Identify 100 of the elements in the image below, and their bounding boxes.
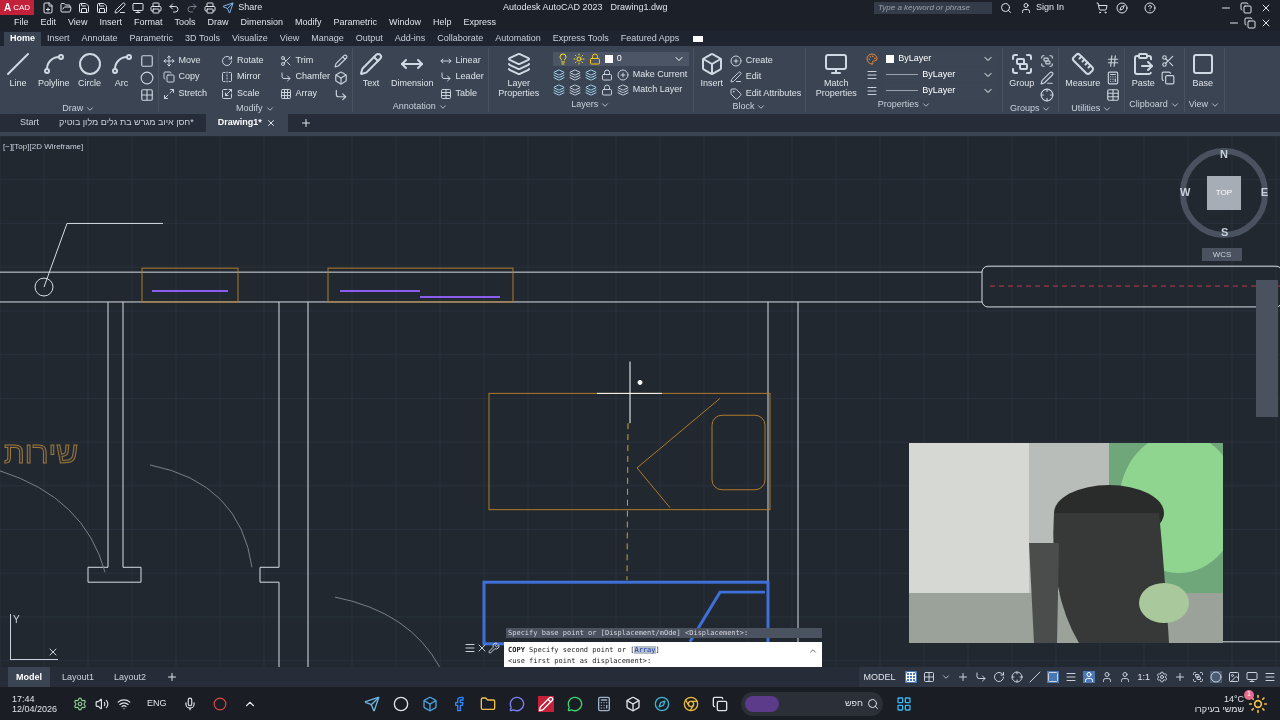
panel-title[interactable]: Properties xyxy=(877,98,931,112)
menu-item[interactable]: Window xyxy=(383,16,428,30)
ribbon-small-button[interactable]: Scale xyxy=(221,86,272,101)
menu-item[interactable]: Format xyxy=(127,16,169,30)
panel-title[interactable]: Groups xyxy=(1009,101,1052,116)
ribbon-tab[interactable]: Visualize xyxy=(225,31,274,46)
grid-icon[interactable] xyxy=(905,671,918,684)
menu-item[interactable]: Edit xyxy=(34,16,63,30)
layout-tab[interactable]: Model xyxy=(8,667,50,688)
calculator-icon[interactable] xyxy=(1106,70,1121,85)
weather-text[interactable]: שמשי בעיקרו xyxy=(1194,703,1244,714)
ribbon-tab[interactable]: Collaborate xyxy=(431,31,490,46)
menu-item[interactable]: View xyxy=(62,16,94,30)
layer-tool-icon[interactable] xyxy=(568,84,581,97)
panel-title[interactable]: View xyxy=(1188,98,1221,112)
menu-item[interactable]: Dimension xyxy=(234,16,289,30)
clock-time[interactable]: 17:44 xyxy=(12,693,58,704)
layer-tool-icon[interactable] xyxy=(584,68,597,81)
language-indicator[interactable]: ENG xyxy=(147,696,167,711)
ribbon-large-button[interactable]: Paste xyxy=(1129,51,1158,88)
microphone-icon[interactable] xyxy=(182,696,197,711)
open-folder-icon[interactable] xyxy=(60,1,73,14)
ribbon-large-button[interactable]: Arc xyxy=(107,51,136,88)
wrench-icon[interactable] xyxy=(488,642,500,655)
ribbon-large-button[interactable]: Circle xyxy=(75,51,104,88)
volume-icon[interactable] xyxy=(95,696,110,711)
start-icon[interactable] xyxy=(896,695,912,712)
calculator-icon[interactable] xyxy=(596,695,612,712)
ribbon-small-button[interactable]: Chamfer xyxy=(279,70,331,84)
annotation-scale-menu[interactable]: 1:1 xyxy=(1137,670,1150,684)
ribbon-large-button[interactable]: Line xyxy=(4,51,32,88)
undo-icon[interactable] xyxy=(168,1,181,14)
panel-title[interactable]: Utilities xyxy=(1071,101,1113,116)
ribbon-small-button[interactable]: Edit Attributes xyxy=(729,86,802,101)
folder-icon[interactable] xyxy=(480,695,496,712)
ribbon-tab[interactable]: 3D Tools xyxy=(179,31,226,46)
ribbon-large-button[interactable]: Group xyxy=(1007,51,1037,88)
search-field[interactable]: Type a keyword or phrase xyxy=(873,1,992,14)
save-icon[interactable] xyxy=(78,1,91,14)
ellipse-icon[interactable] xyxy=(139,70,154,85)
layer-select[interactable]: 0 xyxy=(552,51,689,66)
app-logo[interactable]: A CAD xyxy=(0,0,35,15)
menu-item[interactable]: Help xyxy=(427,16,458,30)
layer-tool-icon[interactable] xyxy=(568,68,581,81)
ribbon-small-button[interactable]: Array xyxy=(279,86,331,101)
restore-icon[interactable] xyxy=(1244,16,1256,29)
cart-icon[interactable] xyxy=(1096,1,1108,14)
layout-tab[interactable]: Layout2 xyxy=(106,667,155,688)
ribbon-tab[interactable]: Insert xyxy=(41,31,76,46)
share-button[interactable]: Share xyxy=(222,0,263,15)
close-tab-icon[interactable] xyxy=(265,117,276,128)
ribbon-tab[interactable]: Parametric xyxy=(123,31,180,46)
ribbon-large-button[interactable]: Layer Properties xyxy=(492,51,545,98)
temperature[interactable]: 14°C xyxy=(1223,693,1244,704)
layer-lock-icon[interactable] xyxy=(600,84,613,97)
panel-title[interactable]: Draw xyxy=(62,101,96,116)
help-icon[interactable] xyxy=(1144,1,1156,14)
group-edit-icon[interactable] xyxy=(1040,70,1055,85)
ribbon-small-button[interactable]: Create xyxy=(729,53,802,68)
clock-date[interactable]: 12/04/2026 xyxy=(12,703,58,714)
viewport-label[interactable]: [−][Top][2D Wireframe] xyxy=(3,140,84,153)
ribbon-small-button[interactable]: Rotate xyxy=(221,53,272,68)
new-tab-icon[interactable] xyxy=(299,116,312,129)
ribbon-large-button[interactable]: Match Properties xyxy=(810,51,863,98)
menu-item[interactable]: Draw xyxy=(201,16,235,30)
panel-title[interactable]: Layers xyxy=(571,98,611,112)
ribbon-tab[interactable]: Automation xyxy=(489,31,547,46)
ribbon-small-button[interactable]: Edit xyxy=(729,70,802,84)
panel-title[interactable]: Block xyxy=(732,100,767,114)
ribbon-large-button[interactable]: Dimension xyxy=(389,51,436,88)
restore-icon[interactable] xyxy=(1240,1,1252,14)
redo-icon[interactable] xyxy=(186,1,199,14)
wcs-menu[interactable]: WCS xyxy=(1202,247,1242,261)
ribbon-large-button[interactable]: Measure xyxy=(1063,51,1103,88)
new-file-icon[interactable] xyxy=(42,1,55,14)
taskbar-search[interactable]: חפש xyxy=(741,691,883,716)
ribbon-small-button[interactable]: Copy xyxy=(162,70,214,84)
ribbon-small-button[interactable]: Leader xyxy=(439,70,484,84)
ribbon-large-button[interactable]: Text xyxy=(357,51,386,88)
model-space-button[interactable]: MODEL xyxy=(859,670,900,684)
ribbon-small-button[interactable]: Trim xyxy=(279,53,331,68)
new-layout-icon[interactable] xyxy=(166,671,179,684)
weather-icon[interactable] xyxy=(1248,693,1268,714)
panel-title[interactable]: Clipboard xyxy=(1129,98,1180,112)
rectangle-icon[interactable] xyxy=(139,53,154,68)
network-icon[interactable] xyxy=(117,696,132,711)
ribbon-small-button[interactable]: Linear xyxy=(439,53,484,68)
ribbon-tab[interactable]: View xyxy=(273,31,306,46)
grip-icon[interactable] xyxy=(464,642,476,655)
layout-tab[interactable]: Layout1 xyxy=(54,667,103,688)
ribbon-small-button[interactable]: Match Layer xyxy=(616,83,683,97)
viewcube-ring[interactable]: N W TOP E S xyxy=(1180,147,1268,238)
task-view-icon[interactable] xyxy=(712,695,728,712)
menu-item[interactable]: Parametric xyxy=(327,16,383,30)
ribbon-large-button[interactable]: Polyline xyxy=(36,51,72,88)
panel-title[interactable]: Annotation xyxy=(392,100,448,114)
ribbon-large-button[interactable]: Base xyxy=(1188,51,1217,88)
ribbon-tab[interactable]: Express Tools xyxy=(546,31,615,46)
cut-icon[interactable] xyxy=(1161,53,1176,68)
ribbon-tab[interactable]: Output xyxy=(349,31,389,46)
